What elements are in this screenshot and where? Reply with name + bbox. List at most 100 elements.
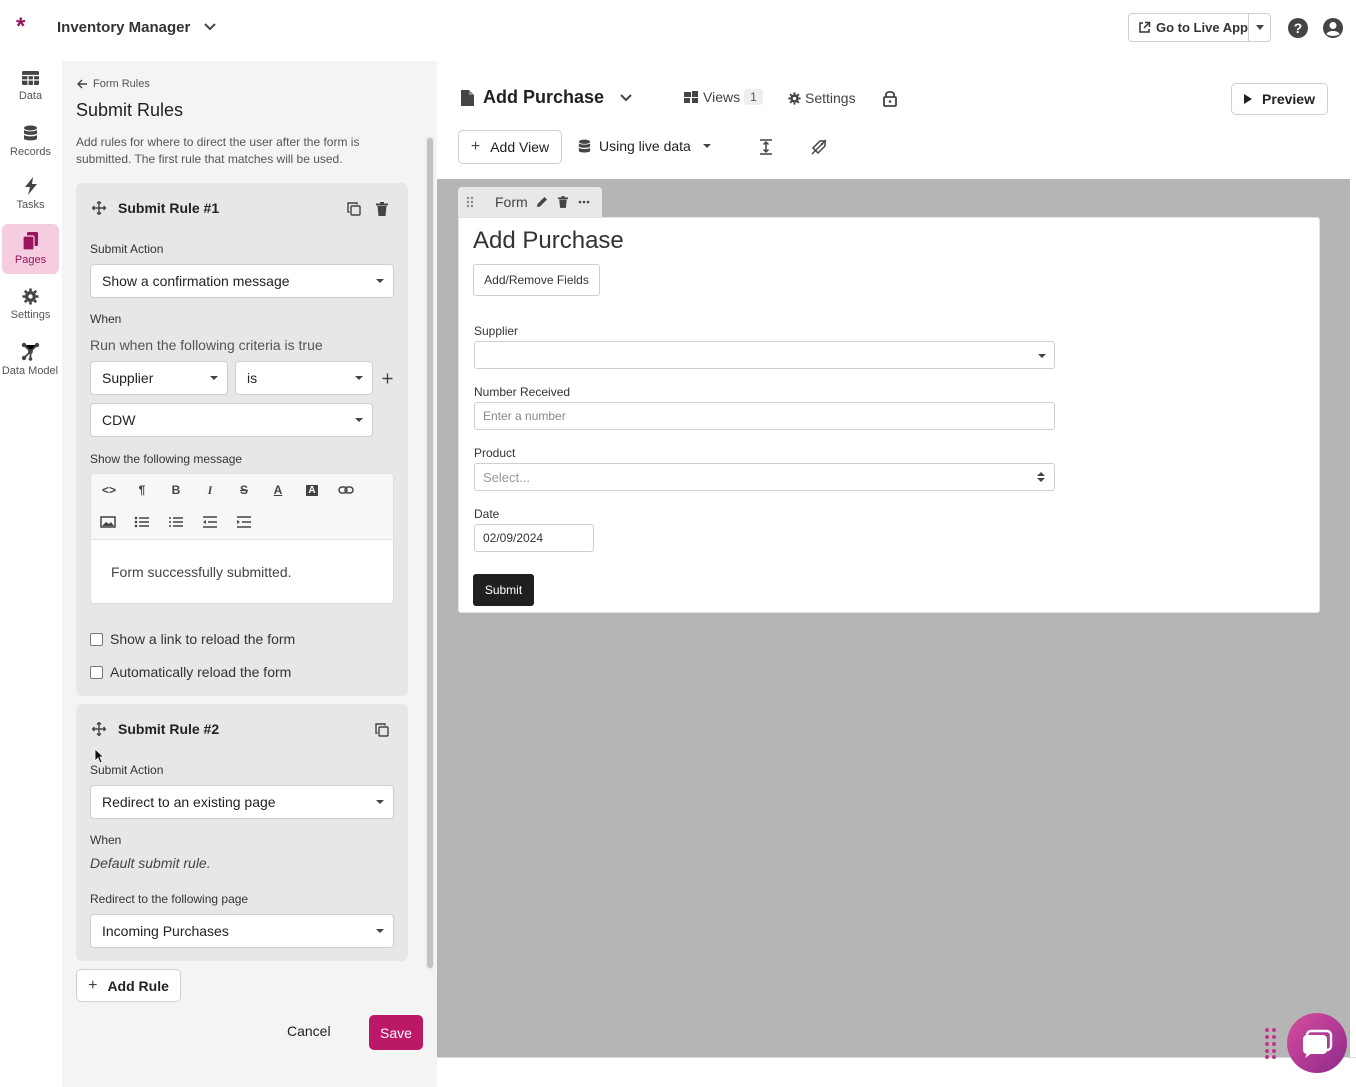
page-settings-button[interactable]: Settings <box>788 90 856 106</box>
italic-icon[interactable]: I <box>200 480 220 500</box>
message-editor[interactable]: <> ¶ B I S A A Form successfully submitt… <box>90 473 394 604</box>
code-view-icon[interactable]: <> <box>99 480 119 500</box>
copy-icon[interactable] <box>375 723 389 737</box>
nav-label-records: Records <box>10 145 51 158</box>
pencil-icon[interactable] <box>536 196 548 208</box>
paragraph-icon[interactable]: ¶ <box>132 480 152 500</box>
trash-icon[interactable] <box>376 202 388 216</box>
reload-link-option[interactable]: Show a link to reload the form <box>90 631 295 647</box>
form-title: Add Purchase <box>473 227 624 254</box>
add-remove-fields-button[interactable]: Add/Remove Fields <box>473 264 600 296</box>
auto-reload-label: Automatically reload the form <box>110 664 292 680</box>
go-live-main[interactable]: Go to Live App <box>1129 14 1249 41</box>
submit-button[interactable]: Submit <box>473 574 534 606</box>
scrollbar-thumb[interactable] <box>427 138 433 968</box>
trash-icon[interactable] <box>557 196 568 208</box>
product-select[interactable]: Select... <box>474 463 1055 491</box>
redirect-page-select[interactable]: Incoming Purchases <box>90 914 394 948</box>
number-received-input[interactable]: Enter a number <box>474 402 1055 430</box>
add-rule-button[interactable]: + Add Rule <box>76 969 181 1002</box>
date-value: 02/09/2024 <box>483 531 544 545</box>
criteria-field-select[interactable]: Supplier <box>90 361 228 395</box>
auto-reload-checkbox[interactable] <box>90 665 103 679</box>
go-live-dropdown[interactable] <box>1249 24 1270 31</box>
number-received-label: Number Received <box>474 385 571 399</box>
nav-item-settings[interactable]: Settings <box>2 279 59 329</box>
views-button[interactable]: Views 1 <box>684 89 763 105</box>
tag-edit-icon[interactable] <box>811 139 827 155</box>
page-name-selector[interactable]: Add Purchase <box>460 87 632 108</box>
drag-handle-icon[interactable] <box>92 201 106 215</box>
app-logo[interactable]: * <box>16 15 25 39</box>
numbered-list-icon[interactable] <box>166 512 186 532</box>
views-icon <box>684 91 698 103</box>
date-input[interactable]: 02/09/2024 <box>474 524 594 552</box>
cancel-button[interactable]: Cancel <box>287 1023 331 1039</box>
save-button[interactable]: Save <box>369 1015 423 1050</box>
add-view-button[interactable]: + Add View <box>458 130 562 164</box>
bullet-list-icon[interactable] <box>132 512 152 532</box>
add-rule-label: Add Rule <box>107 977 169 994</box>
nav-item-data[interactable]: Data <box>2 61 59 111</box>
chevron-down-icon[interactable] <box>203 18 217 36</box>
preview-button[interactable]: Preview <box>1231 83 1328 115</box>
highlight-color-icon[interactable]: A <box>302 480 322 500</box>
bottom-strip <box>437 1057 1356 1087</box>
font-color-icon[interactable]: A <box>268 480 288 500</box>
when-label: When <box>90 833 122 847</box>
help-icon[interactable]: ? <box>1287 17 1309 39</box>
bold-icon[interactable]: B <box>166 480 186 500</box>
vertical-spacing-icon[interactable] <box>759 139 773 155</box>
submit-rule-card-1: Submit Rule #1 Submit Action Show a conf… <box>76 183 408 696</box>
gear-icon <box>22 288 39 304</box>
lightning-icon <box>24 177 37 195</box>
panel-scrollbar[interactable] <box>426 136 434 971</box>
indent-icon[interactable] <box>234 512 254 532</box>
reload-link-checkbox[interactable] <box>90 632 103 646</box>
pages-icon <box>23 232 38 250</box>
criteria-operator-value: is <box>247 370 258 386</box>
external-link-icon <box>1139 21 1151 33</box>
drag-grip-icon[interactable] <box>1264 1027 1277 1059</box>
submit-action-select[interactable]: Show a confirmation message <box>90 264 394 298</box>
app-title[interactable]: Inventory Manager <box>57 19 190 36</box>
drag-handle-icon[interactable] <box>92 722 106 736</box>
user-account-icon[interactable] <box>1322 17 1344 39</box>
lock-icon[interactable] <box>883 90 897 107</box>
nav-label-data-model: Data Model <box>1 364 59 377</box>
form-view-tab[interactable]: Form <box>458 187 602 217</box>
go-to-live-app-button[interactable]: Go to Live App <box>1128 13 1271 42</box>
form-tab-label: Form <box>495 194 528 210</box>
database-icon <box>24 125 37 140</box>
image-icon[interactable] <box>98 512 118 532</box>
supplier-select[interactable] <box>474 341 1055 369</box>
chat-support-button[interactable] <box>1287 1013 1347 1073</box>
more-options-icon[interactable] <box>578 200 590 204</box>
drag-grip-icon[interactable] <box>466 196 474 208</box>
caret-down-icon <box>376 800 384 804</box>
form-view: Add Purchase Add/Remove Fields Supplier … <box>458 217 1320 613</box>
nav-item-records[interactable]: Records <box>2 116 59 166</box>
auto-reload-option[interactable]: Automatically reload the form <box>90 664 291 680</box>
caret-down-icon <box>210 376 218 380</box>
rule-header: Submit Rule #2 <box>92 721 219 737</box>
link-icon[interactable] <box>336 480 356 500</box>
message-text[interactable]: Form successfully submitted. <box>111 564 292 580</box>
nav-label-tasks: Tasks <box>16 199 45 211</box>
criteria-value-select[interactable]: CDW <box>90 403 373 437</box>
nav-item-tasks[interactable]: Tasks <box>2 169 59 219</box>
submit-rules-panel: Form Rules Submit Rules Add rules for wh… <box>62 61 437 1087</box>
nav-item-pages[interactable]: Pages <box>2 224 59 274</box>
add-criteria-icon[interactable] <box>382 373 393 384</box>
outdent-icon[interactable] <box>200 512 220 532</box>
strikethrough-icon[interactable]: S <box>234 480 254 500</box>
caret-down-icon <box>355 376 363 380</box>
rule-title: Submit Rule #2 <box>118 721 220 737</box>
nav-item-data-model[interactable]: Data Model <box>0 334 60 384</box>
submit-action-select[interactable]: Redirect to an existing page <box>90 785 394 819</box>
data-source-dropdown[interactable]: Using live data <box>578 138 711 154</box>
when-label: When <box>90 312 122 326</box>
copy-icon[interactable] <box>347 202 361 216</box>
breadcrumb[interactable]: Form Rules <box>77 78 150 90</box>
criteria-operator-select[interactable]: is <box>235 361 373 395</box>
